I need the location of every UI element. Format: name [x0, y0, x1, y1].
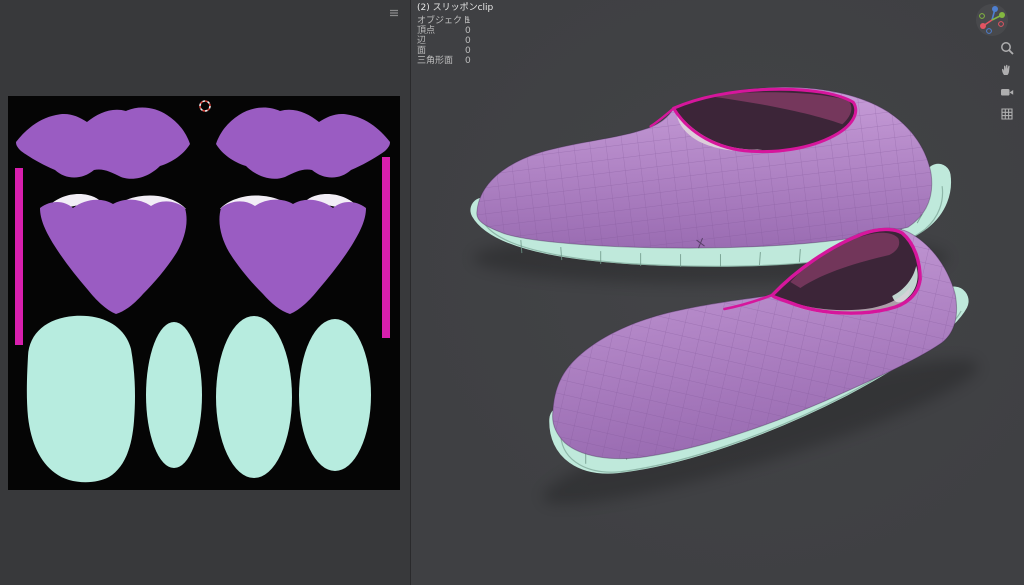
stat-label: 面 — [417, 46, 463, 56]
uv-island-trim-left[interactable] — [15, 168, 23, 345]
viewport-tools — [999, 40, 1015, 122]
uv-image-canvas[interactable] — [8, 96, 400, 490]
gizmo-z-dot[interactable] — [992, 6, 998, 12]
uv-island-insole-right[interactable] — [299, 319, 371, 471]
stat-edges: 辺 0 — [417, 36, 493, 46]
blender-window: (2) スリッポンclip オブジェクト 1 頂点 0 辺 0 面 0 三角形面… — [0, 0, 1024, 585]
stat-label: 三角形面 — [417, 56, 463, 66]
editor-menu-icon[interactable] — [388, 4, 400, 16]
uv-island-trim-right[interactable] — [382, 157, 390, 338]
uv-island-insole-left[interactable] — [146, 322, 202, 468]
stat-vertices: 頂点 0 — [417, 26, 493, 36]
stat-faces: 面 0 — [417, 46, 493, 56]
stat-label: 頂点 — [417, 26, 463, 36]
scene-canvas[interactable] — [411, 0, 1024, 585]
stats-overlay: (2) スリッポンclip オブジェクト 1 頂点 0 辺 0 面 0 三角形面… — [417, 3, 493, 66]
stat-value: 0 — [465, 56, 493, 66]
stat-triangles: 三角形面 0 — [417, 56, 493, 66]
stat-objects: オブジェクト 1 — [417, 16, 493, 26]
collection-title: (2) スリッポンclip — [417, 3, 493, 13]
grid-ortho-icon[interactable] — [999, 106, 1015, 122]
nav-gizmo[interactable] — [974, 2, 1010, 38]
stat-value: 0 — [465, 36, 493, 46]
stat-value: 0 — [465, 46, 493, 56]
stat-label: 辺 — [417, 36, 463, 46]
uv-island-sole-outer-right[interactable] — [216, 316, 292, 478]
stat-value: 1 — [465, 16, 493, 26]
stat-value: 0 — [465, 26, 493, 36]
3d-viewport[interactable]: (2) スリッポンclip オブジェクト 1 頂点 0 辺 0 面 0 三角形面… — [411, 0, 1024, 585]
camera-icon[interactable] — [999, 84, 1015, 100]
gizmo-y-dot[interactable] — [999, 12, 1005, 18]
gizmo-x-dot[interactable] — [980, 23, 986, 29]
uv-island-sole-outer-left[interactable] — [27, 316, 135, 482]
uv-layout-image — [8, 96, 400, 490]
zoom-icon[interactable] — [999, 40, 1015, 56]
pan-hand-icon[interactable] — [999, 62, 1015, 78]
stat-label: オブジェクト — [417, 16, 463, 26]
uv-editor-panel — [0, 0, 410, 585]
